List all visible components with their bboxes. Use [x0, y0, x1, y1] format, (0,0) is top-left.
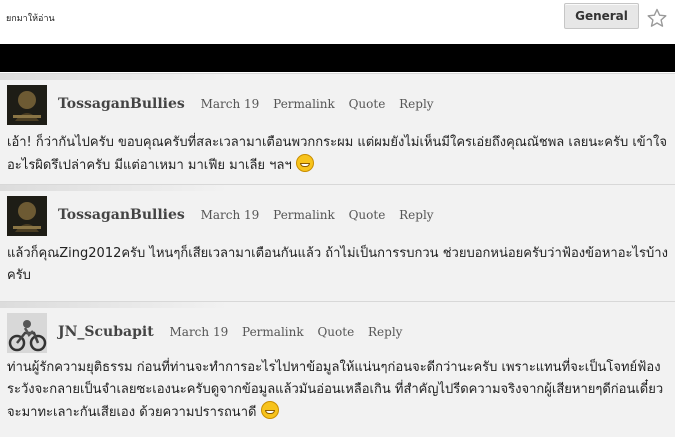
comment-body: เอ้า! ก็ว่ากันไปครับ ขอบคุณครับที่สละเวล… — [7, 132, 669, 177]
permalink-link[interactable]: Permalink — [273, 97, 335, 111]
reply-link[interactable]: Reply — [368, 325, 402, 339]
comment-date[interactable]: March 19 — [201, 97, 260, 111]
top-bar: ยกมาให้อ่าน General — [0, 0, 675, 44]
comment-body: ท่านผู้รักความยุติธรรม ก่อนที่ท่านจะทำกา… — [7, 357, 669, 424]
comment-date[interactable]: March 19 — [170, 325, 229, 339]
author-name[interactable]: TossaganBullies — [58, 96, 185, 112]
reply-link[interactable]: Reply — [399, 97, 433, 111]
reply-link[interactable]: Reply — [399, 208, 433, 222]
quote-link[interactable]: Quote — [317, 325, 354, 339]
quote-link[interactable]: Quote — [349, 97, 386, 111]
comment-item: JN_Scubapit March 19 Permalink Quote Rep… — [0, 301, 675, 437]
star-outline-icon[interactable] — [647, 8, 667, 28]
avatar[interactable] — [7, 85, 47, 125]
comment-date[interactable]: March 19 — [201, 208, 260, 222]
permalink-link[interactable]: Permalink — [273, 208, 335, 222]
quote-link[interactable]: Quote — [349, 208, 386, 222]
comment-text: ท่านผู้รักความยุติธรรม ก่อนที่ท่านจะทำกา… — [7, 360, 664, 420]
comment-item: TossaganBullies March 19 Permalink Quote… — [0, 184, 675, 301]
avatar[interactable] — [7, 313, 47, 353]
avatar[interactable] — [7, 196, 47, 236]
comment-text: เอ้า! ก็ว่ากันไปครับ ขอบคุณครับที่สละเวล… — [7, 135, 667, 173]
laugh-emoji-icon — [260, 401, 279, 419]
author-name[interactable]: JN_Scubapit — [58, 324, 154, 340]
comment-meta: JN_Scubapit March 19 Permalink Quote Rep… — [58, 324, 412, 340]
avatar-image — [7, 313, 47, 353]
avatar-image — [7, 85, 47, 125]
comment-body: แล้วก็คุณZing2012ครับ ไหนๆก็เสียเวลามาเต… — [7, 243, 669, 287]
comment-meta: TossaganBullies March 19 Permalink Quote… — [58, 207, 444, 223]
permalink-link[interactable]: Permalink — [242, 325, 304, 339]
header-black-bar — [0, 44, 675, 72]
avatar-image — [7, 196, 47, 236]
general-category-button[interactable]: General — [564, 3, 639, 29]
breadcrumb-text: ยกมาให้อ่าน — [6, 14, 55, 24]
comment-meta: TossaganBullies March 19 Permalink Quote… — [58, 96, 444, 112]
comment-text: แล้วก็คุณZing2012ครับ ไหนๆก็เสียเวลามาเต… — [7, 246, 668, 283]
comment-item: TossaganBullies March 19 Permalink Quote… — [0, 73, 675, 184]
grin-emoji-icon — [295, 154, 314, 172]
author-name[interactable]: TossaganBullies — [58, 207, 185, 223]
